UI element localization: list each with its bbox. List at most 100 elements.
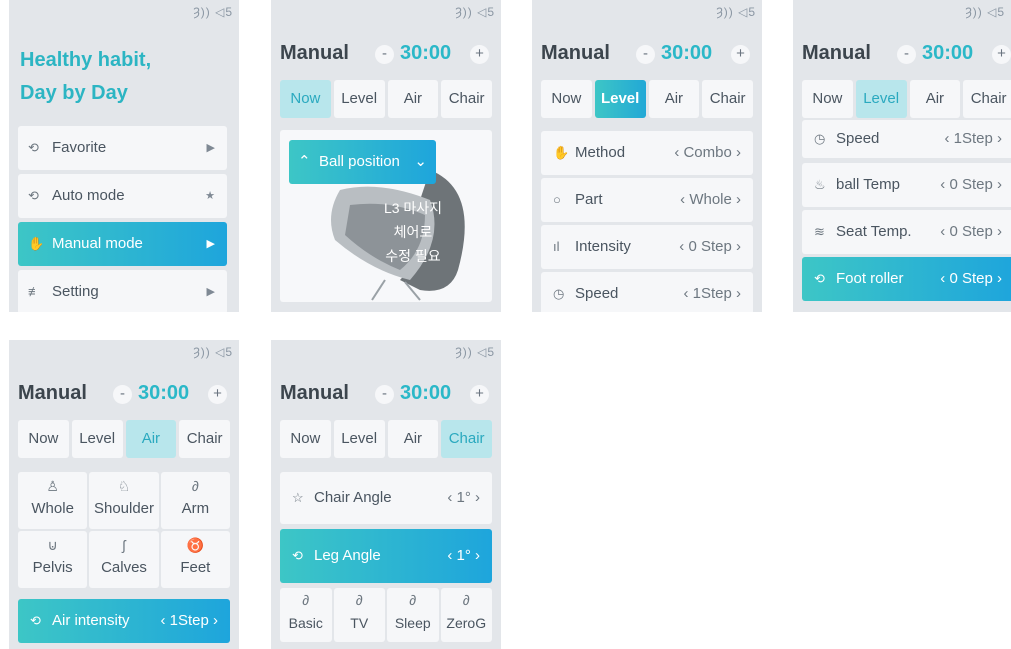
row-speed[interactable]: ◷ Speed ‹ 1Step › [541,272,753,312]
row-value[interactable]: ‹ Combo › [674,131,741,175]
menu-item-label: Favorite [52,139,107,156]
headline: Healthy habit, Day by Day [20,44,151,110]
note-line: 수정 필요 [385,248,441,264]
headline-line-2: Day by Day [20,82,128,104]
tab-chair[interactable]: Chair [441,80,492,118]
air-part-feet[interactable]: ♉ Feet [160,531,230,588]
feet-icon: ♉ [186,537,205,553]
row-intensity[interactable]: ıl Intensity ‹ 0 Step › [541,225,753,269]
row-seat-temp[interactable]: ≋ Seat Temp. ‹ 0 Step › [802,210,1011,254]
row-value[interactable]: ‹ 0 Step › [940,210,1002,254]
row-ball-temp[interactable]: ♨ ball Temp ‹ 0 Step › [802,163,1011,207]
page-title: Manual [18,382,87,404]
air-part-arm[interactable]: ∂ Arm [160,472,230,529]
air-part-whole[interactable]: ♙ Whole [18,472,88,529]
page-title: Manual [541,42,610,64]
menu-item-favorite[interactable]: ⟲ Favorite ▶ [18,126,227,170]
timer-value: 30:00 [922,42,974,64]
row-foot-roller[interactable]: ⟲ Foot roller ‹ 0 Step › [802,257,1011,301]
tab-level[interactable]: Level [71,420,123,458]
air-part-calves[interactable]: ʃ Calves [89,531,159,588]
tab-level[interactable]: Level [333,420,385,458]
cell-label: Shoulder [93,500,155,517]
heat-icon: ♨ [814,177,826,192]
row-value[interactable]: ‹ 0 Step › [940,163,1002,207]
preset-basic[interactable]: ∂ Basic [280,588,332,642]
tab-air[interactable]: Air [125,420,177,458]
timer-minus-button[interactable]: - [113,385,132,404]
preset-sleep[interactable]: ∂ Sleep [387,588,439,642]
row-method[interactable]: ✋ Method ‹ Combo › [541,131,753,175]
timer-minus-button[interactable]: - [375,45,394,64]
row-value[interactable]: ‹ 0 Step › [940,257,1002,301]
preset-zerog[interactable]: ∂ ZeroG [440,588,492,642]
tab-air[interactable]: Air [648,80,700,118]
status-bar: Ȝ)) ◁5 [965,5,1005,19]
tab-level[interactable]: Level [333,80,385,118]
ball-position-button[interactable]: ⌃ Ball position ⌄ [289,140,436,184]
timer-minus-button[interactable]: - [897,45,916,64]
row-part[interactable]: ○ Part ‹ Whole › [541,178,753,222]
chevron-up-icon: ⌃ [298,153,311,170]
manual-header: Manual - 30:00 + [18,380,231,412]
shoulder-icon: ♘ [117,478,131,494]
tab-chair[interactable]: Chair [179,420,230,458]
play-icon: ▶ [206,286,215,298]
tab-chair[interactable]: Chair [963,80,1011,118]
preset-label: TV [350,615,369,631]
tab-air[interactable]: Air [387,420,439,458]
tab-air[interactable]: Air [387,80,439,118]
tab-bar: Now Level Air Chair [18,420,230,458]
note-line: 체어로 [393,224,433,240]
manual-chair-screen: Ȝ)) ◁5 Manual - 30:00 + Now Level Air Ch… [271,340,501,649]
preset-icon: ∂ [462,592,470,608]
tab-level[interactable]: Level [855,80,907,118]
row-value[interactable]: ‹ 1° › [447,472,480,524]
tab-air[interactable]: Air [909,80,961,118]
row-air-intensity[interactable]: ⟲ Air intensity ‹ 1Step › [18,599,230,643]
timer-plus-button[interactable]: + [470,45,489,64]
tab-now[interactable]: Now [18,420,69,458]
signal-icon: ıl [553,239,560,254]
row-label: Part [575,191,603,208]
timer-minus-button[interactable]: - [375,385,394,404]
pelvis-icon: ⊍ [47,537,58,553]
target-icon: ○ [553,192,561,207]
tab-now[interactable]: Now [802,80,853,118]
preset-tv[interactable]: ∂ TV [333,588,385,642]
tab-now[interactable]: Now [541,80,592,118]
row-leg-angle[interactable]: ⟲ Leg Angle ‹ 1° › [280,529,492,583]
tab-level[interactable]: Level [594,80,646,118]
row-value[interactable]: ‹ 0 Step › [679,225,741,269]
timer-plus-button[interactable]: + [470,385,489,404]
menu-item-setting[interactable]: ≢ Setting ▶ [18,270,227,312]
preset-label: Sleep [394,615,431,631]
timer-plus-button[interactable]: + [731,45,750,64]
row-value[interactable]: ‹ 1Step › [160,599,218,643]
row-label: Speed [836,130,880,147]
tab-now[interactable]: Now [280,420,331,458]
menu-item-auto-mode[interactable]: ⟲ Auto mode ★ [18,174,227,218]
preset-icon: ∂ [355,592,363,608]
page-title: Manual [802,42,871,64]
menu-item-manual-mode[interactable]: ✋ Manual mode ▶ [18,222,227,266]
row-chair-angle[interactable]: ☆ Chair Angle ‹ 1° › [280,472,492,524]
tab-chair[interactable]: Chair [441,420,492,458]
air-part-pelvis[interactable]: ⊍ Pelvis [18,531,88,588]
preset-icon: ∂ [302,592,310,608]
row-value[interactable]: ‹ 1° › [447,529,480,583]
row-value[interactable]: ‹ 1Step › [944,120,1002,158]
manual-level-scrolled-screen: Ȝ)) ◁5 Manual - 30:00 + Now Level Air Ch… [793,0,1011,312]
row-speed[interactable]: ◷ Speed ‹ 1Step › [802,120,1011,158]
tab-now[interactable]: Now [280,80,331,118]
status-bar: Ȝ)) ◁5 [193,5,233,19]
timer-plus-button[interactable]: + [992,45,1011,64]
timer-value: 30:00 [661,42,713,64]
tab-chair[interactable]: Chair [702,80,753,118]
row-value[interactable]: ‹ 1Step › [683,272,741,312]
timer-plus-button[interactable]: + [208,385,227,404]
timer-minus-button[interactable]: - [636,45,655,64]
chair-preview: ⌃ Ball position ⌄ L3 마사지 체어로 수정 필요 [280,130,492,302]
row-value[interactable]: ‹ Whole › [680,178,741,222]
air-part-shoulder[interactable]: ♘ Shoulder [89,472,159,529]
